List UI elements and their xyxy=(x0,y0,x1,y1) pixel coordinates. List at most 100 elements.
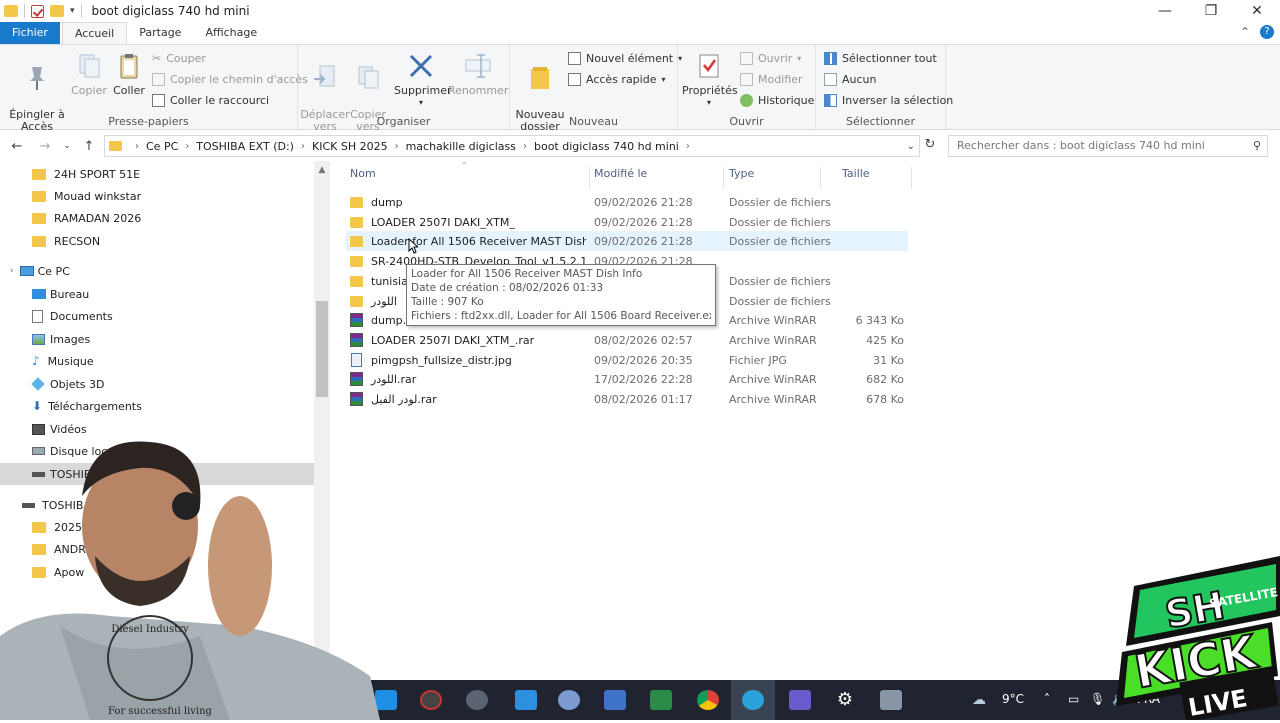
properties-quick-icon[interactable] xyxy=(31,4,44,18)
new-folder-quick-icon[interactable] xyxy=(50,5,64,17)
recent-locations-icon[interactable]: ⌄ xyxy=(56,141,78,151)
chevron-right-icon[interactable]: › xyxy=(10,266,14,276)
sidebar-item-documents[interactable]: Documents xyxy=(0,305,314,327)
forward-arrow-icon[interactable]: → xyxy=(34,139,56,154)
file-row[interactable]: LOADER 2507I DAKI_XTM_ 09/02/2026 21:28 Do… xyxy=(346,212,908,232)
help-icon[interactable]: ? xyxy=(1260,25,1274,39)
weather-cloud-icon[interactable]: ☁ xyxy=(972,692,986,708)
invert-selection-button[interactable]: Inverser la sélection xyxy=(824,94,953,107)
app-taskbar-icon[interactable] xyxy=(650,690,672,710)
network-icon[interactable]: ▭ xyxy=(1068,692,1079,706)
minimize-button[interactable]: — xyxy=(1142,0,1188,22)
scrollbar-thumb[interactable] xyxy=(316,301,328,397)
app-taskbar-icon[interactable] xyxy=(558,690,580,710)
separator xyxy=(80,4,82,18)
app-taskbar-icon[interactable] xyxy=(466,690,488,710)
file-row[interactable]: LOADER 2507I DAKI_XTM_.rar 08/02/2026 02:… xyxy=(346,330,908,350)
file-row[interactable]: لودر الفيل.rar 08/02/2026 01:17 Archive Wi… xyxy=(346,389,908,409)
scissors-icon: ✂ xyxy=(152,52,162,65)
calculator-taskbar-icon[interactable] xyxy=(604,690,626,710)
sidebar-item-24h-sport[interactable]: 24H SPORT 51E xyxy=(0,163,314,185)
file-row[interactable]: dump 09/02/2026 21:28 Dossier de fichiers xyxy=(346,192,908,212)
music-icon: ♪ xyxy=(32,354,40,368)
app-taskbar-icon[interactable] xyxy=(420,690,442,710)
breadcrumb-this-pc[interactable]: Ce PC xyxy=(146,140,178,153)
refresh-icon[interactable]: ↻ xyxy=(922,137,938,155)
tab-view[interactable]: Affichage xyxy=(193,22,269,44)
winrar-icon xyxy=(350,392,363,406)
sidebar-item-downloads[interactable]: ⬇ Téléchargements xyxy=(0,395,314,417)
folder-icon xyxy=(32,168,46,180)
file-row[interactable]: اللودر.rar 17/02/2026 22:28 Archive WinRAR… xyxy=(346,369,908,389)
open-icon xyxy=(740,52,753,65)
separator xyxy=(24,4,25,18)
file-row-hovered[interactable]: Loader for All 1506 Receiver MAST Dish I… xyxy=(346,231,908,251)
history-icon xyxy=(740,94,753,107)
properties-button[interactable]: Propriétés ▾ xyxy=(682,51,738,109)
sidebar-item-ramadan[interactable]: RAMADAN 2026 xyxy=(0,207,314,229)
address-bar[interactable]: › Ce PC › TOSHIBA EXT (D:) › KICK SH 202… xyxy=(104,135,920,157)
winrar-icon xyxy=(350,333,363,347)
breadcrumb-machakille[interactable]: machakille digiclass xyxy=(406,140,516,153)
sidebar-item-music[interactable]: ♪ Musique xyxy=(0,350,314,372)
paste-button[interactable]: Coller xyxy=(110,51,148,97)
app-taskbar-icon[interactable] xyxy=(515,690,537,710)
delete-button[interactable]: Supprimer ▾ xyxy=(394,51,452,109)
download-icon: ⬇ xyxy=(32,399,43,413)
window-title: boot digiclass 740 hd mini xyxy=(91,4,250,18)
copy-path-button[interactable]: Copier le chemin d'accès xyxy=(152,73,308,86)
tab-share[interactable]: Partage xyxy=(127,22,193,44)
file-row[interactable]: pimgpsh_fullsize_distr.jpg 09/02/2026 20:… xyxy=(346,350,908,370)
edit-icon xyxy=(740,73,753,86)
sidebar-item-mouad[interactable]: Mouad winkstar xyxy=(0,185,314,207)
settings-gear-icon[interactable]: ⚙ xyxy=(834,690,856,710)
weather-temperature[interactable]: 9°C xyxy=(1002,692,1024,706)
open-button[interactable]: Ouvrir ▾ xyxy=(740,52,801,65)
column-header-modified[interactable]: Modifié le xyxy=(588,167,724,189)
history-button[interactable]: Historique xyxy=(740,94,814,107)
webcam-overlay: Diesel Industry For successful living xyxy=(0,436,380,720)
breadcrumb: › Ce PC › TOSHIBA EXT (D:) › KICK SH 202… xyxy=(128,140,697,153)
back-arrow-icon[interactable]: ← xyxy=(6,139,28,154)
sidebar-item-recson[interactable]: RECSON xyxy=(0,230,314,252)
paste-shortcut-button[interactable]: Coller le raccourci xyxy=(152,94,269,107)
app-taskbar-icon[interactable] xyxy=(880,690,902,710)
folder-icon xyxy=(350,275,363,287)
breadcrumb-kick[interactable]: KICK SH 2025 xyxy=(312,140,388,153)
scroll-up-icon[interactable]: ▲ xyxy=(314,165,330,175)
sidebar-item-desktop[interactable]: Bureau xyxy=(0,283,314,305)
new-item-button[interactable]: Nouvel élément ▾ xyxy=(568,52,682,65)
rename-icon xyxy=(463,51,493,81)
select-none-button[interactable]: Aucun xyxy=(824,73,877,86)
column-header-type[interactable]: Type xyxy=(723,167,821,189)
rename-button[interactable]: Renommer xyxy=(448,51,508,97)
chrome-taskbar-icon[interactable] xyxy=(697,690,719,710)
search-input[interactable]: Rechercher dans : boot digiclass 740 hd … xyxy=(948,135,1268,157)
breadcrumb-drive[interactable]: TOSHIBA EXT (D:) xyxy=(196,140,294,153)
edit-button[interactable]: Modifier xyxy=(740,73,802,86)
tab-home[interactable]: Accueil xyxy=(61,22,128,44)
sidebar-item-images[interactable]: Images xyxy=(0,328,314,350)
customize-quick-access-icon[interactable]: ▾ xyxy=(70,6,75,16)
column-header-name[interactable]: Nom xyxy=(344,167,590,189)
maximize-button[interactable]: ❐ xyxy=(1188,0,1234,22)
ribbon: Épingler à Accès rapide Copier Coller ✂C… xyxy=(0,44,1280,145)
cut-button[interactable]: ✂ Couper xyxy=(152,52,206,65)
up-arrow-icon[interactable]: ↑ xyxy=(78,139,100,154)
breadcrumb-current[interactable]: boot digiclass 740 hd mini xyxy=(534,140,679,153)
chevron-up-icon[interactable]: ˄ xyxy=(1044,692,1050,706)
microphone-icon[interactable]: 🎙 xyxy=(1090,692,1105,706)
chevron-up-icon[interactable]: ⌃ xyxy=(1240,25,1250,39)
app-taskbar-icon[interactable] xyxy=(789,690,811,710)
telegram-taskbar-icon[interactable] xyxy=(742,690,764,710)
close-button[interactable]: ✕ xyxy=(1234,0,1280,22)
copy-button[interactable]: Copier xyxy=(70,51,108,97)
select-all-button[interactable]: Sélectionner tout xyxy=(824,52,937,65)
sidebar-item-3d-objects[interactable]: Objets 3D xyxy=(0,373,314,395)
tooltip-line: Fichiers : ftd2xx.dll, Loader for All 15… xyxy=(411,310,711,322)
tab-file[interactable]: Fichier xyxy=(0,22,60,44)
sidebar-item-this-pc[interactable]: › Ce PC xyxy=(0,260,314,282)
easy-access-button[interactable]: Accès rapide ▾ xyxy=(568,73,666,86)
column-header-size[interactable]: Taille xyxy=(836,167,912,189)
address-dropdown-icon[interactable]: ⌄ xyxy=(907,141,915,152)
